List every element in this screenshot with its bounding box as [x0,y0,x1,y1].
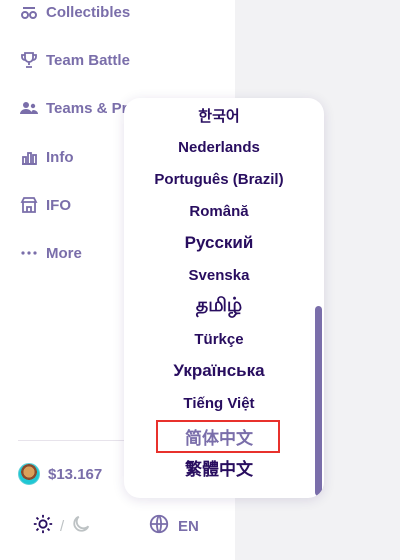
language-code: EN [178,517,199,535]
cake-price-link[interactable]: $13.167 [18,460,102,488]
language-option-korean[interactable]: 한국어 [124,99,314,131]
teams-icon [18,97,40,119]
language-option-romanian[interactable]: Română [124,195,314,227]
info-chart-icon [18,146,40,168]
nav-item-teams[interactable]: Teams & Pr [18,93,127,123]
scrollbar-thumb[interactable] [315,306,322,496]
theme-toggle[interactable]: / [32,513,92,540]
nav-item-label: Team Battle [46,51,130,69]
language-option-tamil[interactable]: தமிழ் [124,291,314,323]
nav-item-ifo[interactable]: IFO [18,190,71,220]
nav-item-collectibles[interactable]: Collectibles [18,0,130,27]
cake-price: $13.167 [48,465,103,483]
language-option-vietnamese[interactable]: Tiếng Việt [124,387,314,419]
moon-icon [70,513,92,540]
cake-token-icon [18,463,40,485]
nav-item-info[interactable]: Info [18,142,74,172]
globe-icon [148,513,170,539]
more-dots-icon [18,242,40,264]
nav-item-team-battle[interactable]: Team Battle [18,45,130,75]
sidebar-footer: / EN [0,505,235,541]
language-option-dutch[interactable]: Nederlands [124,131,314,163]
language-button[interactable]: EN [148,513,199,539]
language-option-swedish[interactable]: Svenska [124,259,314,291]
language-option-traditional-chinese[interactable]: 繁體中文 [124,451,314,483]
nav-item-label: IFO [46,196,71,214]
nav-item-label: Info [46,148,74,166]
trophy-icon [18,49,40,71]
nav-item-label: More [46,244,82,262]
language-option-simplified-chinese[interactable]: 简体中文 [124,420,314,452]
language-option-turkish[interactable]: Türkçe [124,323,314,355]
language-dropdown: 한국어 Nederlands Português (Brazil) Română… [124,98,324,498]
language-option-portuguese[interactable]: Português (Brazil) [124,163,314,195]
nav-item-label: Collectibles [46,3,131,21]
sun-icon [32,513,54,540]
language-option-ukrainian[interactable]: Українська [124,355,314,387]
collectibles-icon [18,1,40,23]
nav-item-more[interactable]: More [18,238,82,268]
nav-item-label: Teams & Pr [46,99,128,117]
language-option-russian[interactable]: Русский [124,227,314,259]
ifo-icon [18,194,40,216]
theme-separator: / [60,518,65,535]
